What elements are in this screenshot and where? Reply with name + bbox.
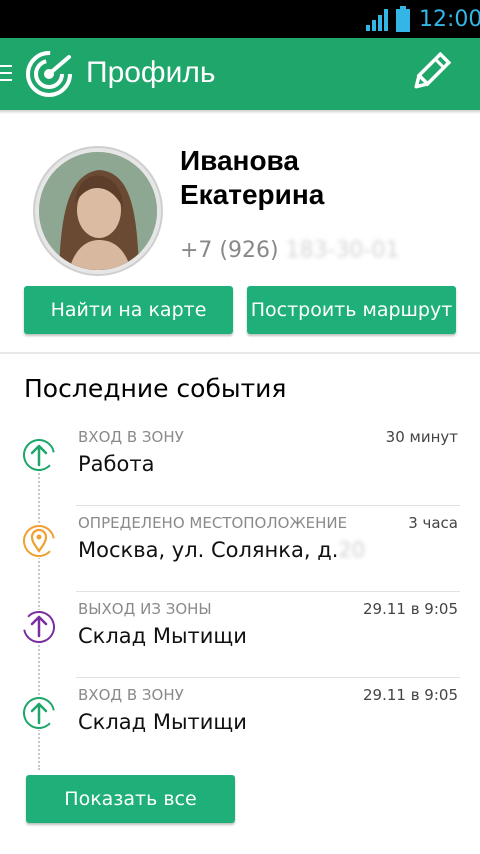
section-divider <box>0 352 480 354</box>
event-time: 3 часа <box>408 514 458 532</box>
profile-name: Иванова Екатерина <box>180 144 440 212</box>
event-item[interactable]: ВХОД В ЗОНУ Склад Мытищи 29.11 в 9:05 <box>0 678 480 764</box>
zone-exit-icon <box>22 610 56 644</box>
edit-pencil-icon[interactable] <box>405 52 453 96</box>
find-on-map-button[interactable]: Найти на карте <box>24 286 233 334</box>
avatar[interactable] <box>33 146 163 276</box>
event-item[interactable]: ОПРЕДЕЛЕНО МЕСТОПОЛОЖЕНИЕ Москва, ул. Со… <box>0 506 480 592</box>
profile-phone: +7 (926) 183-30-01 <box>180 238 399 263</box>
battery-icon <box>396 6 410 32</box>
location-pin-icon <box>22 524 56 558</box>
event-time: 30 минут <box>385 428 458 446</box>
zone-enter-icon <box>22 438 56 472</box>
zone-enter-icon <box>22 696 56 730</box>
phone-blurred: 183-30-01 <box>285 238 400 263</box>
status-bar: 12:00 <box>0 0 480 38</box>
profile-last-name: Иванова <box>180 145 299 176</box>
event-type: ВХОД В ЗОНУ <box>78 428 184 446</box>
show-all-button[interactable]: Показать все <box>26 775 235 823</box>
event-place: Москва, ул. Солянка, д.20 <box>78 538 365 562</box>
page-title: Профиль <box>86 56 216 89</box>
profile-first-name: Екатерина <box>180 179 325 210</box>
event-place-text: Москва, ул. Солянка, д. <box>78 538 339 562</box>
avatar-photo <box>39 152 157 270</box>
menu-icon[interactable] <box>0 65 12 83</box>
event-time: 29.11 в 9:05 <box>362 686 458 704</box>
event-item[interactable]: ВХОД В ЗОНУ Работа 30 минут <box>0 420 480 506</box>
app-bar: Профиль <box>0 38 480 110</box>
event-type: ВЫХОД ИЗ ЗОНЫ <box>78 600 212 618</box>
event-type: ВХОД В ЗОНУ <box>78 686 184 704</box>
event-time: 29.11 в 9:05 <box>362 600 458 618</box>
events-title: Последние события <box>24 374 287 403</box>
radar-logo-icon[interactable] <box>24 49 74 99</box>
status-time: 12:00 <box>419 7 480 32</box>
event-place: Склад Мытищи <box>78 710 247 734</box>
event-type: ОПРЕДЕЛЕНО МЕСТОПОЛОЖЕНИЕ <box>78 514 348 532</box>
event-place-blurred: 20 <box>338 538 366 562</box>
event-place: Склад Мытищи <box>78 624 247 648</box>
phone-visible: +7 (926) <box>180 238 286 263</box>
event-item[interactable]: ВЫХОД ИЗ ЗОНЫ Склад Мытищи 29.11 в 9:05 <box>0 592 480 678</box>
event-place: Работа <box>78 452 155 476</box>
signal-icon <box>366 9 388 31</box>
build-route-button[interactable]: Построить маршрут <box>247 286 456 334</box>
